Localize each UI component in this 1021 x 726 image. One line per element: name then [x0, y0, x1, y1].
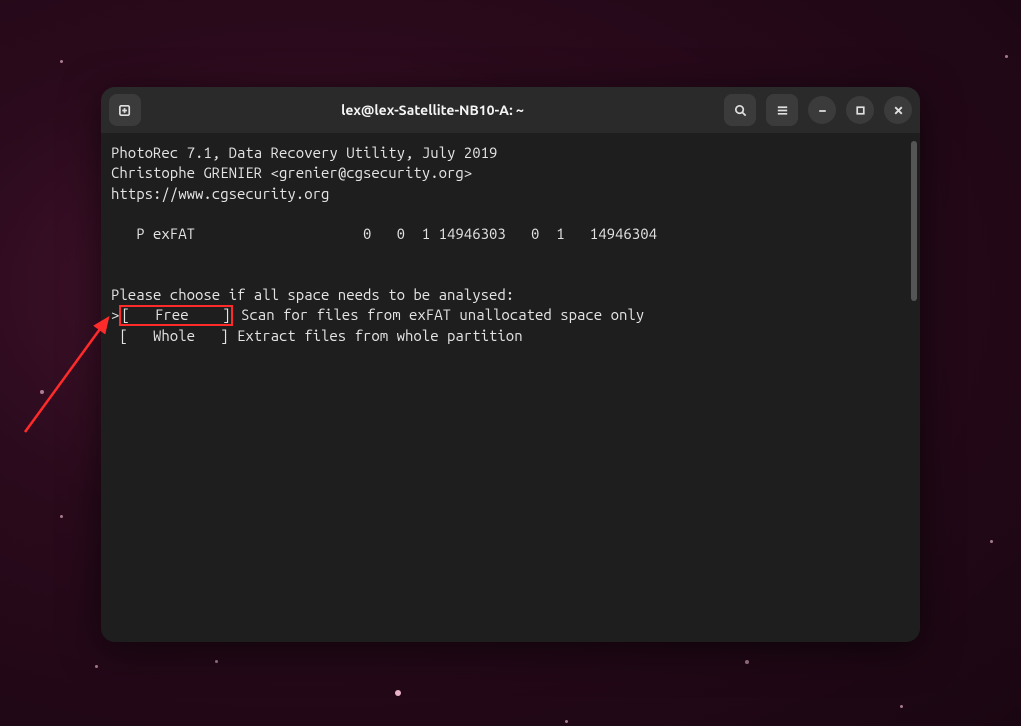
bg-star — [95, 665, 98, 668]
app-author-line: Christophe GRENIER <grenier@cgsecurity.o… — [111, 164, 472, 181]
prompt-line: Please choose if all space needs to be a… — [111, 286, 514, 303]
bg-star — [40, 390, 44, 394]
maximize-icon — [853, 103, 868, 118]
terminal-body[interactable]: PhotoRec 7.1, Data Recovery Utility, Jul… — [101, 133, 920, 642]
bg-star — [395, 690, 401, 696]
minimize-icon — [815, 103, 830, 118]
minimize-button[interactable] — [808, 96, 836, 124]
menu-label-whole: [ Whole ] — [119, 327, 228, 344]
search-icon — [733, 103, 748, 118]
bg-star — [900, 705, 903, 708]
window-title: lex@lex-Satellite-NB10-A: ~ — [147, 102, 718, 118]
new-tab-icon — [118, 103, 133, 118]
menu-desc-whole: Extract files from whole partition — [229, 327, 523, 344]
app-header-line: PhotoRec 7.1, Data Recovery Utility, Jul… — [111, 144, 497, 161]
bg-star — [60, 515, 63, 518]
menu-desc-free: Scan for files from exFAT unallocated sp… — [233, 306, 645, 323]
bg-star — [1005, 55, 1008, 58]
bg-star — [990, 540, 993, 543]
hamburger-menu-button[interactable] — [766, 94, 798, 126]
titlebar: lex@lex-Satellite-NB10-A: ~ — [101, 87, 920, 133]
scrollbar-thumb[interactable] — [911, 141, 917, 301]
bg-star — [565, 720, 568, 723]
menu-label-free: [ Free ] — [119, 305, 232, 326]
bg-star — [745, 660, 749, 664]
new-tab-button[interactable] — [109, 94, 141, 126]
app-url-line: https://www.cgsecurity.org — [111, 185, 329, 202]
close-button[interactable] — [884, 96, 912, 124]
maximize-button[interactable] — [846, 96, 874, 124]
bg-star — [215, 660, 218, 663]
menu-item-whole[interactable]: [ Whole ] Extract files from whole parti… — [111, 327, 523, 344]
bg-star — [60, 60, 63, 63]
search-button[interactable] — [724, 94, 756, 126]
menu-item-free[interactable]: >[ Free ] Scan for files from exFAT unal… — [111, 306, 644, 323]
hamburger-icon — [775, 103, 790, 118]
close-icon — [891, 103, 906, 118]
terminal-window: lex@lex-Satellite-NB10-A: ~ — [101, 87, 920, 642]
partition-info-line: P exFAT 0 0 1 14946303 0 1 14946304 — [111, 225, 657, 242]
menu-selector: > — [111, 306, 119, 323]
